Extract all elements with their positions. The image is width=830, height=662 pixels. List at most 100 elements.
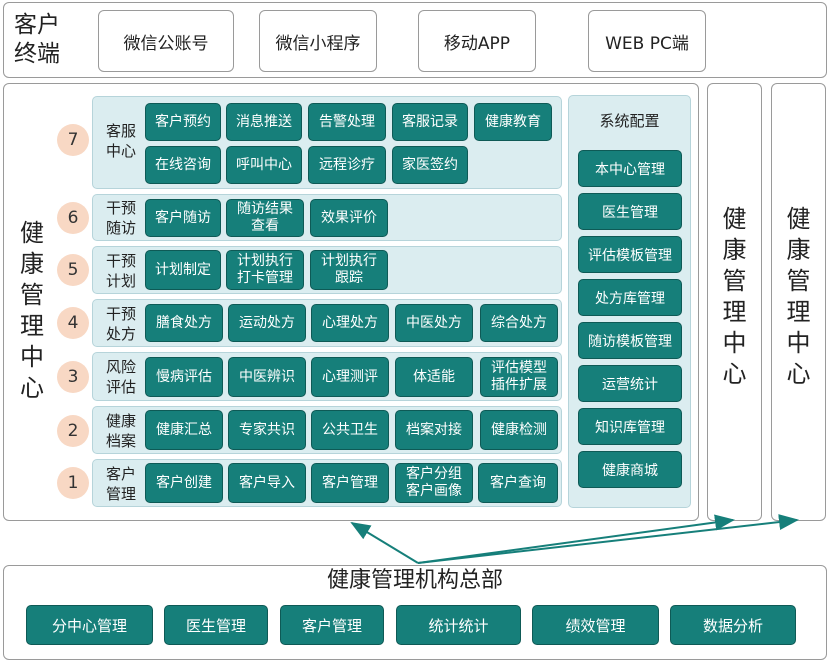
- btn-model-plugin[interactable]: 评估模型 插件扩展: [480, 357, 558, 397]
- btn-psych-test[interactable]: 心理测评: [311, 357, 389, 397]
- btn-branch-management[interactable]: 分中心管理: [26, 605, 153, 645]
- btn-message-push[interactable]: 消息推送: [226, 103, 302, 141]
- row-label-line: 干预: [105, 304, 136, 323]
- btn-health-summary[interactable]: 健康汇总: [145, 410, 223, 450]
- btn-knowledge-base[interactable]: 知识库管理: [578, 408, 682, 445]
- row-number-badge: 6: [57, 202, 89, 234]
- side-title-char: 健: [722, 205, 747, 233]
- btn-customer-import[interactable]: 客户导入: [228, 463, 306, 503]
- btn-service-records[interactable]: 客服记录: [392, 103, 468, 141]
- row-label-line: 客服: [105, 122, 136, 140]
- center-title-char: 管: [20, 281, 44, 309]
- row-label: 风险 评估: [101, 355, 141, 399]
- side-title-char: 健: [786, 205, 811, 233]
- btn-fitness[interactable]: 体适能: [395, 357, 473, 397]
- side-title-char: 管: [722, 267, 747, 295]
- btn-performance-management[interactable]: 绩效管理: [532, 605, 659, 645]
- row-label: 客服 中心: [101, 119, 141, 163]
- side-center-title-1: 健 康 管 理 中 心: [707, 204, 762, 390]
- side-title-char: 管: [786, 267, 811, 295]
- side-title-char: 中: [786, 329, 811, 357]
- btn-customer-grouping[interactable]: 客户分组 客户画像: [395, 463, 473, 503]
- btn-health-education[interactable]: 健康教育: [474, 103, 552, 141]
- center-title-char: 理: [20, 312, 44, 340]
- row-label-line: 健康: [105, 411, 136, 430]
- channel-mobile-app[interactable]: 移动APP: [418, 10, 536, 72]
- side-title-char: 心: [722, 360, 747, 388]
- btn-customer-query[interactable]: 客户查询: [478, 463, 558, 503]
- btn-alarm-handling[interactable]: 告警处理: [308, 103, 386, 141]
- row-label: 客户 管理: [101, 462, 141, 505]
- btn-followup-templates[interactable]: 随访模板管理: [578, 322, 682, 359]
- client-label-line2: 终端: [14, 41, 60, 67]
- channel-web-pc[interactable]: WEB PC端: [588, 10, 706, 72]
- arrow-to-side-center-1: [417, 514, 735, 564]
- btn-center-management[interactable]: 本中心管理: [578, 150, 682, 187]
- btn-family-doctor[interactable]: 家医签约: [392, 146, 468, 184]
- row-number-badge: 7: [57, 124, 89, 156]
- row-label-line: 随访: [105, 219, 136, 237]
- row-label: 干预 处方: [101, 302, 141, 345]
- btn-operations-stats[interactable]: 运营统计: [578, 365, 682, 402]
- btn-remote-diagnosis[interactable]: 远程诊疗: [308, 146, 386, 184]
- btn-online-consult[interactable]: 在线咨询: [145, 146, 221, 184]
- btn-hq-statistics[interactable]: 统计统计: [396, 605, 521, 645]
- row-label-line: 管理: [105, 484, 136, 503]
- side-center-title-2: 健 康 管 理 中 心: [771, 204, 826, 390]
- btn-chronic-assessment[interactable]: 慢病评估: [145, 357, 223, 397]
- row-label: 健康 档案: [101, 409, 141, 452]
- channel-wechat-official[interactable]: 微信公账号: [98, 10, 234, 72]
- btn-customer-manage[interactable]: 客户管理: [311, 463, 389, 503]
- btn-records-integration[interactable]: 档案对接: [395, 410, 473, 450]
- side-title-char: 心: [786, 360, 811, 388]
- row-label-line: 处方: [105, 324, 136, 343]
- row-label-line: 风险: [105, 358, 136, 376]
- btn-public-health[interactable]: 公共卫生: [311, 410, 389, 450]
- btn-plan-create[interactable]: 计划制定: [145, 250, 221, 290]
- client-label-line1: 客户: [14, 12, 60, 38]
- btn-combined-prescription[interactable]: 综合处方: [480, 304, 558, 342]
- center-title-char: 中: [20, 343, 44, 371]
- btn-diet-prescription[interactable]: 膳食处方: [145, 304, 223, 342]
- center-title-char: 健: [20, 219, 44, 247]
- btn-hq-doctor-management[interactable]: 医生管理: [164, 605, 268, 645]
- btn-customer-booking[interactable]: 客户预约: [145, 103, 221, 141]
- btn-health-mall[interactable]: 健康商城: [578, 451, 682, 488]
- btn-hq-customer-management[interactable]: 客户管理: [280, 605, 384, 645]
- row-number-badge: 2: [57, 415, 89, 447]
- btn-psych-prescription[interactable]: 心理处方: [311, 304, 389, 342]
- system-config-title: 系统配置: [599, 112, 660, 130]
- side-title-char: 康: [722, 236, 747, 264]
- side-title-char: 康: [786, 236, 811, 264]
- btn-plan-tracking[interactable]: 计划执行 跟踪: [310, 250, 388, 290]
- health-center-title: 健 康 管 理 中 心: [20, 218, 44, 404]
- client-terminal-label: 客户 终端: [14, 11, 60, 69]
- row-label: 干预 随访: [101, 197, 141, 239]
- row-label-line: 计划: [105, 271, 136, 290]
- btn-call-center[interactable]: 呼叫中心: [226, 146, 302, 184]
- btn-assessment-templates[interactable]: 评估模板管理: [578, 236, 682, 273]
- btn-data-analysis[interactable]: 数据分析: [670, 605, 796, 645]
- row-label-line: 干预: [105, 251, 136, 270]
- btn-health-monitoring[interactable]: 健康检测: [480, 410, 558, 450]
- row-number-badge: 1: [57, 467, 89, 499]
- btn-customer-create[interactable]: 客户创建: [145, 463, 223, 503]
- btn-exercise-prescription[interactable]: 运动处方: [228, 304, 306, 342]
- btn-prescription-library[interactable]: 处方库管理: [578, 279, 682, 316]
- row-label: 干预 计划: [101, 249, 141, 292]
- btn-effect-evaluation[interactable]: 效果评价: [310, 199, 388, 237]
- center-title-char: 心: [20, 374, 44, 402]
- channel-wechat-miniprogram[interactable]: 微信小程序: [259, 10, 377, 72]
- btn-customer-followup[interactable]: 客户随访: [145, 199, 221, 237]
- btn-tcm-prescription[interactable]: 中医处方: [395, 304, 473, 342]
- arrow-to-main-center: [350, 521, 419, 564]
- btn-tcm-identification[interactable]: 中医辨识: [228, 357, 306, 397]
- btn-expert-consensus[interactable]: 专家共识: [228, 410, 306, 450]
- row-label-line: 评估: [105, 378, 136, 396]
- center-title-char: 康: [20, 250, 44, 278]
- side-title-char: 理: [722, 298, 747, 326]
- btn-plan-checkin[interactable]: 计划执行 打卡管理: [226, 250, 304, 290]
- side-title-char: 中: [722, 329, 747, 357]
- btn-doctor-management[interactable]: 医生管理: [578, 193, 682, 230]
- btn-followup-results[interactable]: 随访结果 查看: [226, 199, 304, 237]
